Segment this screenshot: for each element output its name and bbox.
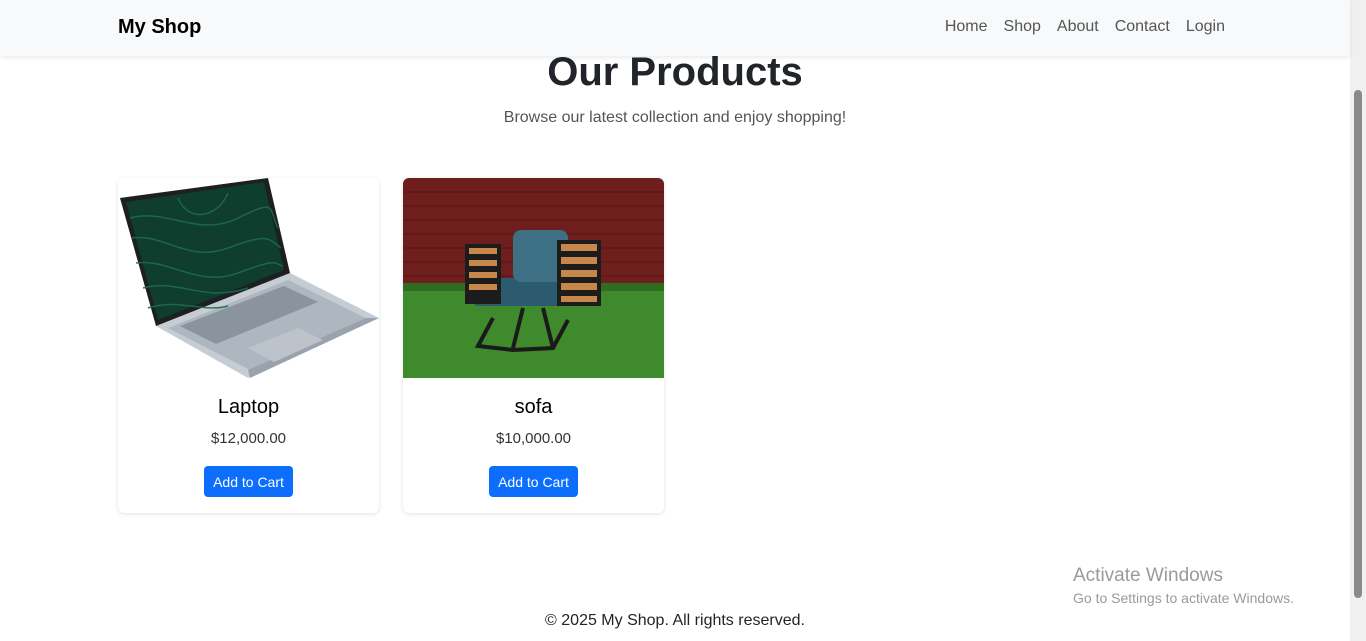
navbar: My Shop Home Shop About Contact Login [0, 0, 1350, 56]
product-name: Laptop [217, 396, 280, 418]
activate-windows-hint: Go to Settings to activate Windows. [1073, 590, 1294, 606]
armchair-image[interactable] [403, 178, 664, 378]
page-title: Our Products [547, 50, 803, 94]
page-subtitle: Browse our latest collection and enjoy s… [503, 109, 847, 126]
scrollbar-thumb[interactable] [1354, 90, 1362, 598]
vertical-scrollbar[interactable] [1350, 0, 1366, 641]
nav-link-home[interactable]: Home [945, 18, 988, 36]
nav-link-contact[interactable]: Contact [1115, 18, 1170, 36]
add-to-cart-button[interactable]: Add to Cart [489, 466, 578, 497]
add-to-cart-button[interactable]: Add to Cart [204, 466, 293, 497]
footer: © 2025 My Shop. All rights reserved. [545, 612, 805, 629]
nav-link-login[interactable]: Login [1186, 18, 1225, 36]
laptop-image[interactable] [118, 178, 379, 378]
product-card-sofa: sofa $10,000.00 Add to Cart [403, 178, 664, 513]
product-price: $10,000.00 [495, 430, 572, 447]
nav-link-about[interactable]: About [1057, 18, 1099, 36]
product-price: $12,000.00 [210, 430, 287, 447]
activate-windows-title: Activate Windows [1073, 565, 1223, 586]
nav-link-shop[interactable]: Shop [1004, 18, 1041, 36]
product-name: sofa [514, 396, 553, 418]
product-card-laptop: Laptop $12,000.00 Add to Cart [118, 178, 379, 513]
brand-logo[interactable]: My Shop [118, 16, 201, 39]
nav-links: Home Shop About Contact Login [945, 18, 1225, 36]
